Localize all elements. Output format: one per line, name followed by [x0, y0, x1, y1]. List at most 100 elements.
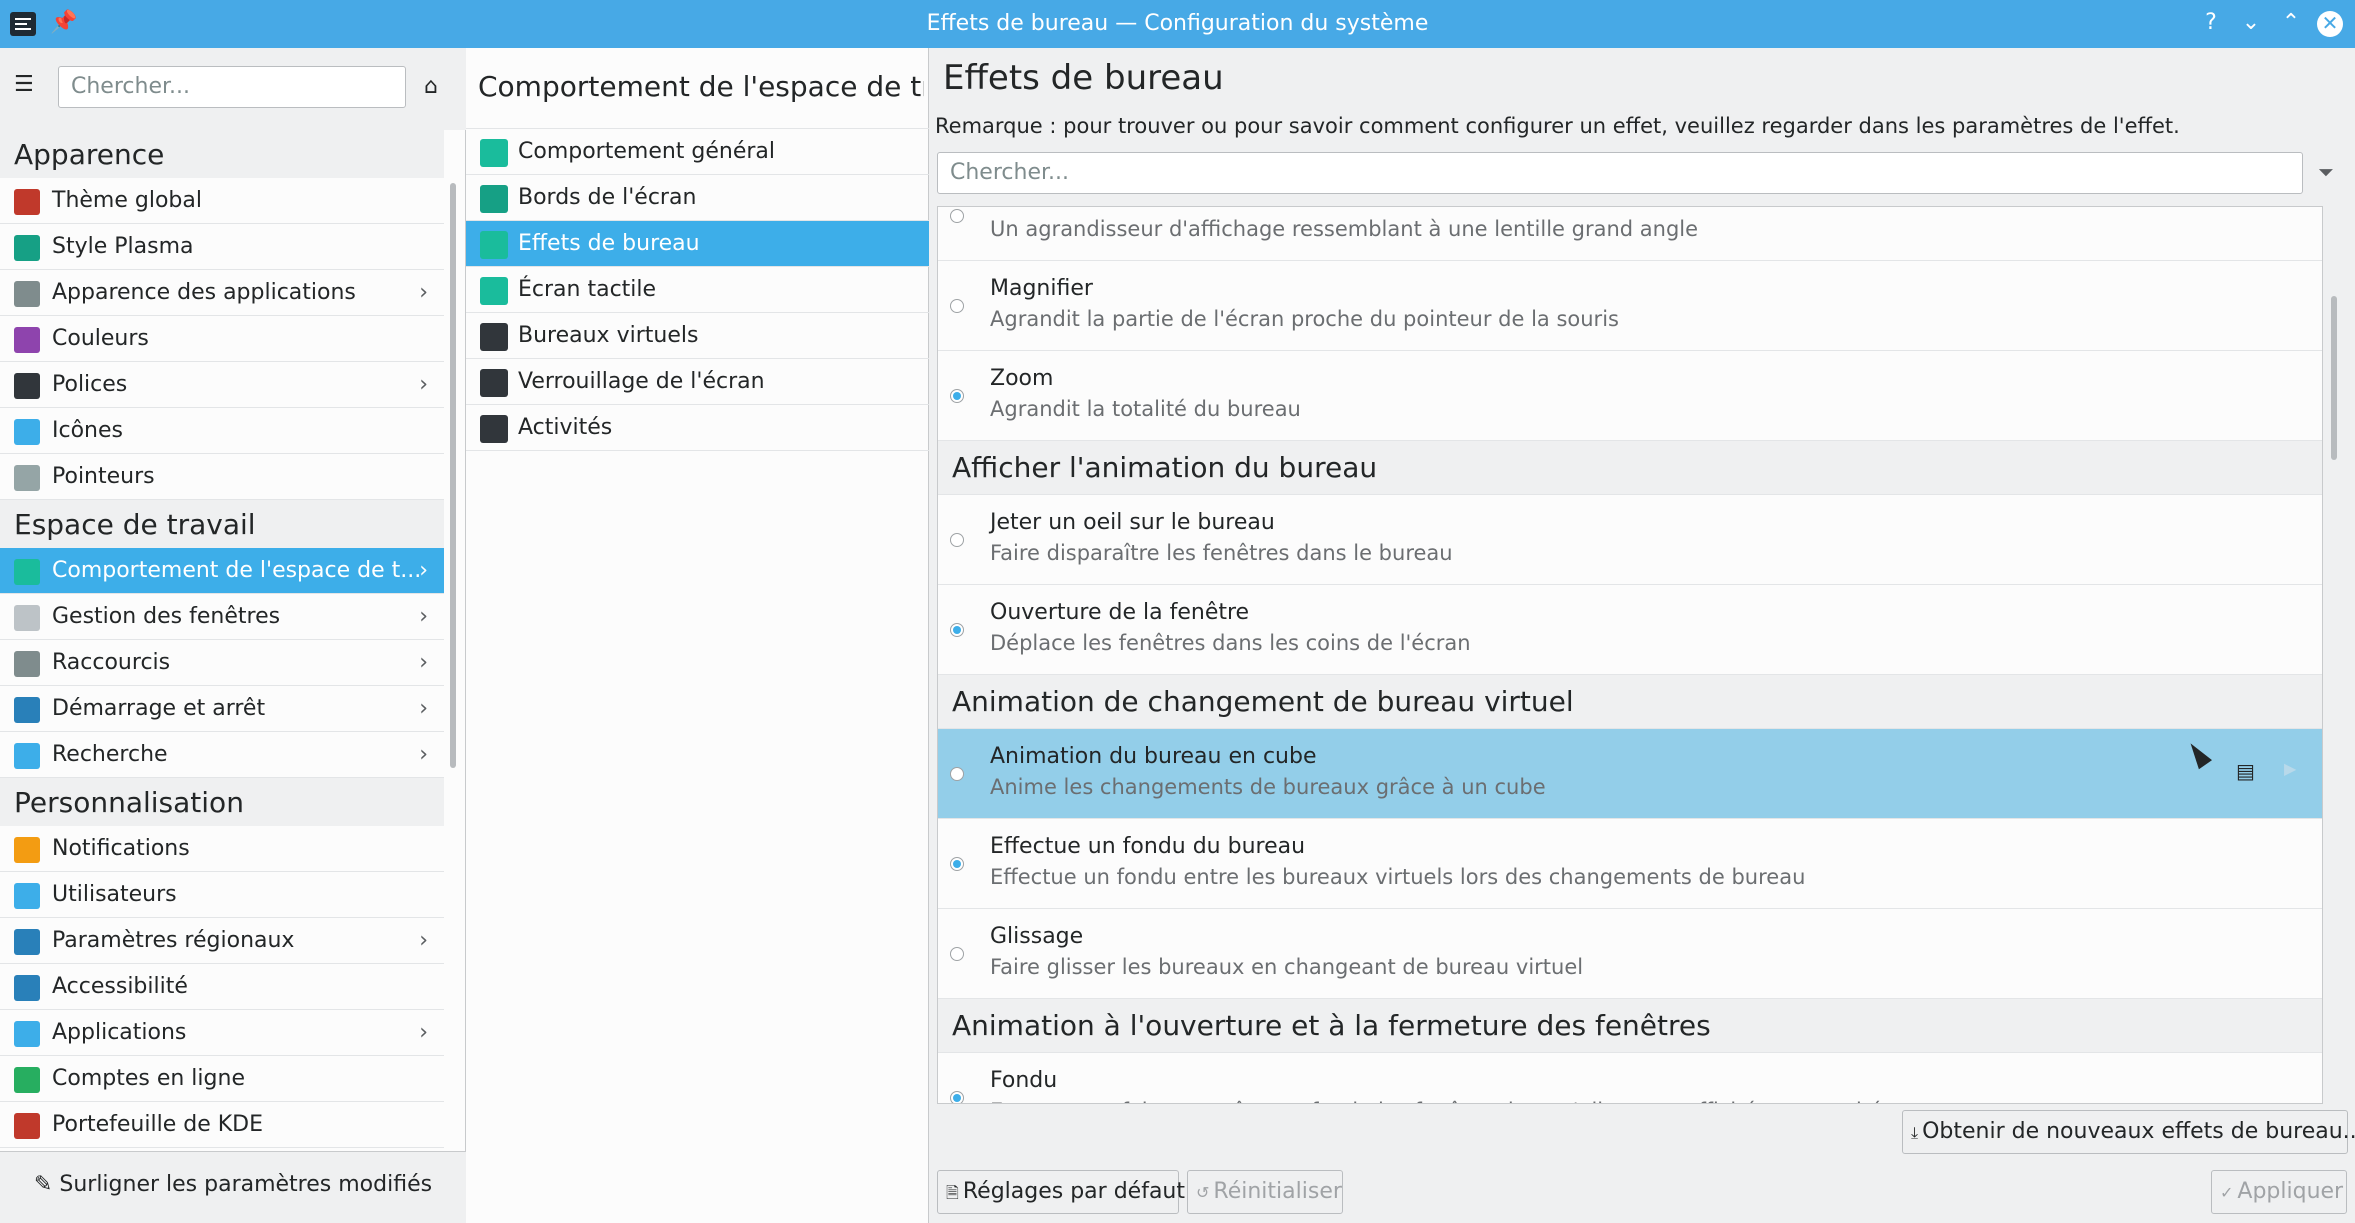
- close-button[interactable]: ✕: [2317, 11, 2343, 37]
- subcategory-item-label: Bureaux virtuels: [518, 323, 699, 348]
- title-bar: 📌 Effets de bureau — Configuration du sy…: [0, 0, 2355, 48]
- effects-search-input[interactable]: Chercher...: [937, 152, 2303, 194]
- subcategory-item[interactable]: Comportement général: [466, 129, 929, 175]
- effect-description: Déplace les fenêtres dans les coins de l…: [990, 631, 1471, 655]
- sidebar-section-title: Apparence: [0, 130, 444, 178]
- sidebar-item[interactable]: Couleurs: [0, 316, 444, 362]
- subcategory-item[interactable]: Activités: [466, 405, 929, 451]
- sidebar-item-label: Portefeuille de KDE: [52, 1112, 263, 1137]
- apply-button[interactable]: ✓ Appliquer: [2211, 1170, 2347, 1214]
- maximize-button[interactable]: ⌃: [2276, 8, 2306, 38]
- sidebar-search-input[interactable]: Chercher...: [58, 66, 406, 108]
- filter-icon[interactable]: ⏷: [2318, 160, 2334, 184]
- subcategory-item[interactable]: Bureaux virtuels: [466, 313, 929, 359]
- sidebar-item[interactable]: Notifications: [0, 826, 444, 872]
- sidebar-item-label: Raccourcis: [52, 650, 171, 675]
- users-icon: [14, 883, 40, 909]
- sidebar-item[interactable]: Pointeurs: [0, 454, 444, 500]
- sidebar-item-label: Couleurs: [52, 326, 149, 351]
- effect-description: Faire disparaître les fenêtres dans le b…: [990, 541, 1453, 565]
- workspace-behavior-icon: [14, 559, 40, 585]
- sidebar-item[interactable]: Portefeuille de KDE: [0, 1102, 444, 1148]
- info-note: Remarque : pour trouver ou pour savoir c…: [935, 114, 2180, 138]
- sidebar-item[interactable]: Accessibilité: [0, 964, 444, 1010]
- subcategory-item[interactable]: Bords de l'écran: [466, 175, 929, 221]
- sidebar-item[interactable]: Gestion des fenêtres ›: [0, 594, 444, 640]
- effect-row[interactable]: Glissage Faire glisser les bureaux en cha…: [938, 909, 2322, 999]
- sidebar-scrollbar[interactable]: [450, 183, 456, 768]
- effect-row[interactable]: Jeter un oeil sur le bureau Faire dispara…: [938, 495, 2322, 585]
- effect-row[interactable]: Zoom Agrandit la totalité du bureau: [938, 351, 2322, 441]
- sidebar-item[interactable]: Recherche ›: [0, 732, 444, 778]
- page-title: Effets de bureau: [943, 58, 1224, 98]
- sidebar-item[interactable]: Style Plasma: [0, 224, 444, 270]
- effect-radio-button[interactable]: [950, 623, 964, 637]
- subcategory-item-label: Effets de bureau: [518, 231, 700, 256]
- general-behavior-icon: [480, 139, 508, 167]
- sidebar-item[interactable]: Paramètres régionaux ›: [0, 918, 444, 964]
- effect-row[interactable]: Magnifier Agrandit la partie de l'écran p…: [938, 261, 2322, 351]
- chevron-right-icon: ›: [419, 372, 428, 397]
- configure-effect-icon[interactable]: ▤: [2236, 759, 2255, 783]
- check-icon: ✓: [2220, 1183, 2234, 1202]
- sidebar-item-label: Accessibilité: [52, 974, 188, 999]
- effect-description: Agrandit la partie de l'écran proche du …: [990, 307, 1619, 331]
- desktop-effects-icon: [480, 231, 508, 259]
- reset-button[interactable]: ↺ Réinitialiser: [1187, 1170, 1343, 1214]
- effect-row[interactable]: Un agrandisseur d'affichage ressemblant …: [938, 207, 2322, 261]
- sidebar-item[interactable]: Apparence des applications ›: [0, 270, 444, 316]
- effect-radio-button[interactable]: [950, 857, 964, 871]
- shortcuts-icon: [14, 651, 40, 677]
- sidebar-item[interactable]: Comptes en ligne: [0, 1056, 444, 1102]
- subcategory-item-label: Activités: [518, 415, 613, 440]
- subcategory-panel: Comportement de l'espace de tra... Compo…: [466, 48, 929, 1223]
- subcategory-title: Comportement de l'espace de tra...: [478, 70, 924, 103]
- defaults-button[interactable]: 🗎 Réglages par défaut: [937, 1170, 1185, 1214]
- effect-radio-button[interactable]: [950, 299, 964, 313]
- sidebar-item[interactable]: Comportement de l'espace de t... ›: [0, 548, 444, 594]
- hamburger-menu-icon[interactable]: ☰: [14, 74, 36, 96]
- sidebar-item-label: Paramètres régionaux: [52, 928, 295, 953]
- sidebar-item[interactable]: Démarrage et arrêt ›: [0, 686, 444, 732]
- effect-category-header: Animation à l'ouverture et à la fermetur…: [938, 999, 2322, 1053]
- effect-radio-button[interactable]: [950, 1091, 964, 1103]
- sidebar-item[interactable]: Applications ›: [0, 1010, 444, 1056]
- subcategory-item[interactable]: Écran tactile: [466, 267, 929, 313]
- effect-radio-button[interactable]: [950, 947, 964, 961]
- activities-icon: [480, 415, 508, 443]
- colors-icon: [14, 327, 40, 353]
- chevron-right-icon: ›: [419, 650, 428, 675]
- startup-shutdown-icon: [14, 697, 40, 723]
- effect-radio-button[interactable]: [950, 533, 964, 547]
- effect-radio-button[interactable]: [950, 389, 964, 403]
- effect-name: Effectue un fondu du bureau: [990, 834, 1306, 859]
- effect-radio-button[interactable]: [950, 767, 964, 781]
- highlight-changed-button[interactable]: ✎ Surligner les paramètres modifiés: [0, 1151, 466, 1223]
- effect-name: Magnifier: [990, 276, 1093, 301]
- minimize-button[interactable]: ⌄: [2236, 8, 2266, 38]
- help-button[interactable]: ?: [2196, 8, 2226, 38]
- effect-description: Faire glisser les bureaux en changeant d…: [990, 955, 1584, 979]
- sidebar-item-label: Comportement de l'espace de t...: [52, 558, 422, 583]
- window-title: Effets de bureau — Configuration du syst…: [926, 11, 1429, 36]
- get-new-effects-button[interactable]: ⤓ Obtenir de nouveaux effets de bureau...: [1902, 1110, 2355, 1154]
- download-icon: ⤓: [1911, 1123, 1919, 1142]
- effect-row[interactable]: Ouverture de la fenêtre Déplace les fenêt…: [938, 585, 2322, 675]
- search-icon: [14, 743, 40, 769]
- sidebar-item[interactable]: Utilisateurs: [0, 872, 444, 918]
- effect-row[interactable]: Animation du bureau en cube Anime les cha…: [938, 729, 2322, 819]
- video-preview-icon[interactable]: ▶: [2284, 759, 2296, 778]
- home-icon[interactable]: ⌂: [424, 74, 438, 99]
- subcategory-item[interactable]: Effets de bureau: [466, 221, 929, 267]
- sidebar-item[interactable]: Thème global: [0, 178, 444, 224]
- effect-name: Fondu: [990, 1068, 1058, 1093]
- effect-radio-button[interactable]: [950, 209, 964, 223]
- sidebar-item[interactable]: Icônes: [0, 408, 444, 454]
- sidebar-item[interactable]: Raccourcis ›: [0, 640, 444, 686]
- subcategory-item[interactable]: Verrouillage de l'écran: [466, 359, 929, 405]
- effects-scrollbar[interactable]: [2331, 296, 2337, 460]
- effect-row[interactable]: Effectue un fondu du bureau Effectue un f…: [938, 819, 2322, 909]
- virtual-desktops-icon: [480, 323, 508, 351]
- effect-row[interactable]: Fondu Estompe ou fait apparaître en fondu…: [938, 1053, 2322, 1103]
- sidebar-item[interactable]: Polices ›: [0, 362, 444, 408]
